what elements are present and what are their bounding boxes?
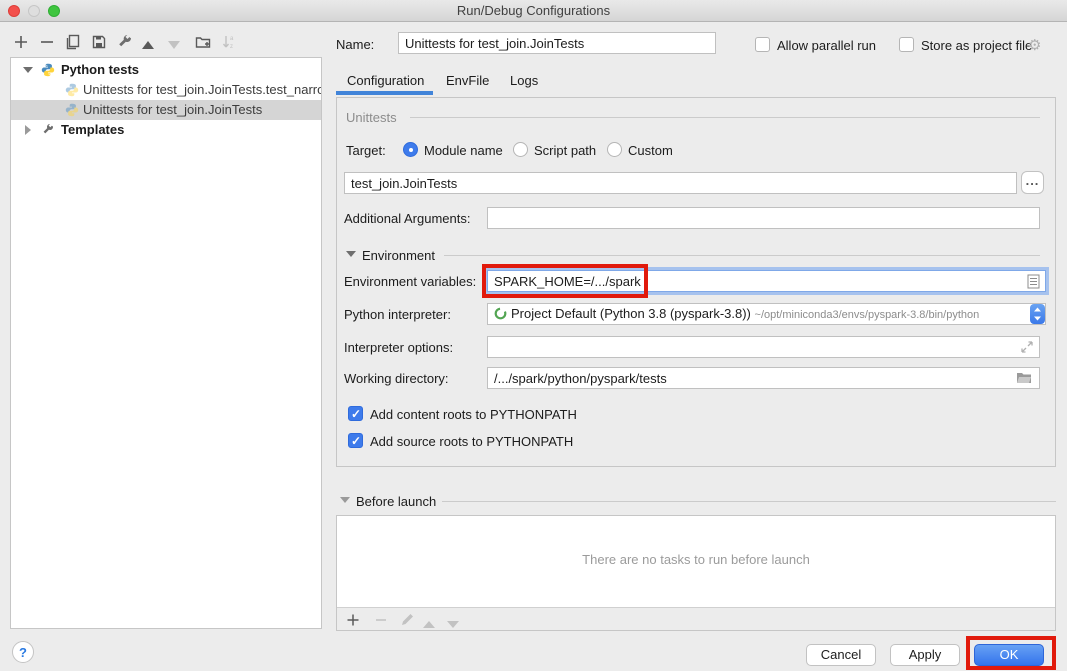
help-button[interactable]: ? xyxy=(12,641,34,663)
allow-parallel-run-checkbox[interactable] xyxy=(755,37,770,52)
wrench-icon xyxy=(41,123,55,137)
unittests-section-line xyxy=(410,117,1040,118)
before-launch-section-label: Before launch xyxy=(356,494,436,509)
python-icon xyxy=(65,103,79,117)
before-launch-task-list[interactable]: There are no tasks to run before launch xyxy=(337,516,1055,608)
expand-icon[interactable] xyxy=(1020,340,1034,354)
sort-alphabetically-icon[interactable]: az xyxy=(220,33,238,51)
environment-section-line xyxy=(444,255,1040,256)
store-as-project-file-checkbox[interactable] xyxy=(899,37,914,52)
target-script-path-label: Script path xyxy=(534,143,596,158)
tab-configuration[interactable]: Configuration xyxy=(347,70,424,92)
environment-collapse-icon[interactable] xyxy=(346,251,356,257)
python-interpreter-path: ~/opt/miniconda3/envs/pyspark-3.8/bin/py… xyxy=(755,309,980,321)
tree-item-templates[interactable]: Templates xyxy=(11,120,321,140)
target-module-name-label: Module name xyxy=(424,143,503,158)
module-name-input[interactable] xyxy=(344,172,1017,194)
tree-item-python-tests[interactable]: Python tests xyxy=(11,60,321,80)
browse-module-button[interactable]: ... xyxy=(1021,171,1044,194)
add-content-roots-checkbox[interactable] xyxy=(348,406,363,421)
python-icon xyxy=(41,63,55,77)
tree-item-label: Templates xyxy=(61,120,124,140)
remove-configuration-icon[interactable] xyxy=(38,33,56,51)
combo-stepper[interactable] xyxy=(1030,304,1045,324)
title-bar: Run/Debug Configurations xyxy=(0,0,1067,22)
python-icon xyxy=(65,83,79,97)
target-label: Target: xyxy=(346,143,386,158)
apply-button[interactable]: Apply xyxy=(890,644,960,666)
move-task-down-icon[interactable] xyxy=(447,616,463,632)
ok-button[interactable]: OK xyxy=(974,644,1044,666)
tab-envfile[interactable]: EnvFile xyxy=(446,70,489,92)
target-custom-radio[interactable] xyxy=(607,142,622,157)
before-launch-panel: There are no tasks to run before launch xyxy=(336,515,1056,631)
edit-task-pencil-icon[interactable] xyxy=(399,612,415,628)
run-debug-configurations-dialog: Run/Debug Configurations az Python tests xyxy=(0,0,1067,671)
name-label: Name: xyxy=(336,37,374,52)
tree-item-label: Python tests xyxy=(61,60,139,80)
env-vars-editor-icon[interactable] xyxy=(1027,274,1040,289)
allow-parallel-run-label: Allow parallel run xyxy=(777,38,876,53)
tree-item-label: Unittests for test_join.JoinTests.test_n… xyxy=(83,80,321,100)
copy-configuration-icon[interactable] xyxy=(64,33,82,51)
remove-task-icon[interactable] xyxy=(373,612,389,628)
active-tab-indicator xyxy=(336,91,433,95)
edit-templates-wrench-icon[interactable] xyxy=(116,33,134,51)
tab-logs[interactable]: Logs xyxy=(510,70,538,92)
python-interpreter-value: Project Default (Python 3.8 (pyspark-3.8… xyxy=(511,306,751,321)
python-interpreter-select[interactable]: Project Default (Python 3.8 (pyspark-3.8… xyxy=(487,303,1046,325)
tree-item-unittest-jointests-selected[interactable]: Unittests for test_join.JoinTests xyxy=(11,100,321,120)
conda-env-icon xyxy=(494,307,507,320)
name-input[interactable] xyxy=(398,32,716,54)
chevron-down-icon[interactable] xyxy=(23,67,33,73)
before-launch-collapse-icon[interactable] xyxy=(340,497,350,503)
before-launch-empty-text: There are no tasks to run before launch xyxy=(337,552,1055,567)
add-task-icon[interactable] xyxy=(345,612,361,628)
before-launch-section-line xyxy=(442,501,1056,502)
cancel-button[interactable]: Cancel xyxy=(806,644,876,666)
interpreter-options-label: Interpreter options: xyxy=(344,340,453,355)
add-configuration-icon[interactable] xyxy=(12,33,30,51)
unittests-section-label: Unittests xyxy=(346,110,397,125)
add-content-roots-label: Add content roots to PYTHONPATH xyxy=(370,407,577,422)
configurations-tree: Python tests Unittests for test_join.Joi… xyxy=(10,57,322,629)
working-directory-input[interactable] xyxy=(487,367,1040,389)
target-custom-label: Custom xyxy=(628,143,673,158)
environment-section-label: Environment xyxy=(362,248,435,263)
target-script-path-radio[interactable] xyxy=(513,142,528,157)
window-title: Run/Debug Configurations xyxy=(0,3,1067,18)
additional-arguments-input[interactable] xyxy=(487,207,1040,229)
working-directory-label: Working directory: xyxy=(344,371,449,386)
add-source-roots-checkbox[interactable] xyxy=(348,433,363,448)
move-up-icon[interactable] xyxy=(142,37,160,55)
environment-variables-input[interactable] xyxy=(487,270,1046,292)
svg-text:z: z xyxy=(230,44,233,50)
add-source-roots-label: Add source roots to PYTHONPATH xyxy=(370,434,573,449)
move-down-icon[interactable] xyxy=(168,37,186,55)
chevron-right-icon[interactable] xyxy=(25,125,31,135)
move-task-up-icon[interactable] xyxy=(423,616,439,632)
svg-text:a: a xyxy=(230,36,234,42)
save-configuration-icon[interactable] xyxy=(90,33,108,51)
folder-icon[interactable] xyxy=(1016,371,1032,385)
gear-icon[interactable]: ⚙ xyxy=(1028,36,1041,54)
python-interpreter-label: Python interpreter: xyxy=(344,307,451,322)
store-as-project-file-label: Store as project file xyxy=(921,38,1032,53)
additional-arguments-label: Additional Arguments: xyxy=(344,211,470,226)
target-module-name-radio[interactable] xyxy=(403,142,418,157)
tree-item-label: Unittests for test_join.JoinTests xyxy=(83,100,262,120)
interpreter-options-input[interactable] xyxy=(487,336,1040,358)
new-folder-icon[interactable] xyxy=(194,33,212,51)
tree-item-unittest-narrow[interactable]: Unittests for test_join.JoinTests.test_n… xyxy=(11,80,321,100)
environment-variables-label: Environment variables: xyxy=(344,274,476,289)
